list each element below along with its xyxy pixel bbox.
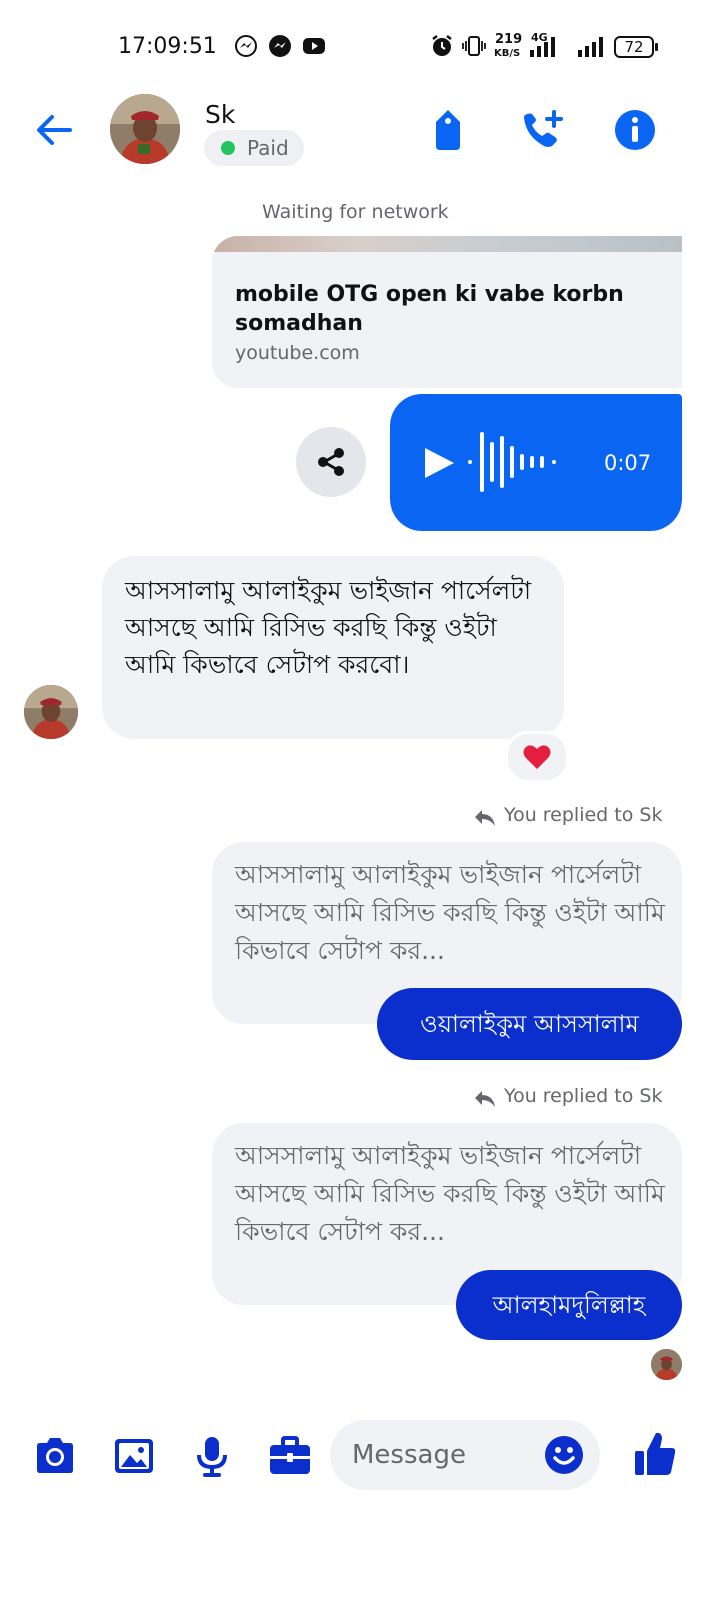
seen-receipt-avatar (651, 1349, 682, 1380)
signal-strength-icon (578, 37, 603, 57)
vibrate-icon (462, 36, 486, 56)
reply-label: You replied to Sk (504, 804, 663, 826)
sent-reply-message[interactable]: আলহামদুলিল্লাহ (456, 1270, 682, 1340)
link-preview-card[interactable]: mobile OTG open ki vabe korbn somadhan y… (212, 236, 682, 388)
heart-icon (523, 745, 551, 769)
share-icon (318, 448, 344, 476)
camera-icon[interactable] (33, 1434, 77, 1478)
link-domain: youtube.com (235, 342, 360, 364)
info-icon[interactable] (614, 109, 656, 151)
contact-avatar[interactable] (110, 94, 180, 164)
signal-strength-icon (530, 37, 555, 57)
status-dot (221, 141, 235, 155)
emoji-icon[interactable] (544, 1435, 584, 1475)
back-arrow-icon[interactable] (34, 110, 74, 150)
paid-label: Paid (247, 136, 289, 160)
heart-reaction[interactable] (505, 731, 569, 783)
add-call-icon[interactable] (520, 108, 566, 152)
net-speed-unit: KB/S (494, 48, 521, 59)
link-thumbnail (212, 236, 682, 252)
reply-label: You replied to Sk (504, 1085, 663, 1107)
link-title: mobile OTG open ki vabe korbn somadhan (235, 282, 624, 336)
battery-icon: 72 (614, 36, 654, 58)
thumbs-up-icon[interactable] (632, 1430, 678, 1478)
sent-reply-message[interactable]: ওয়ালাইকুম আসসালাম (377, 988, 682, 1060)
voice-duration: 0:07 (604, 451, 652, 475)
messenger-notification-icon (235, 35, 257, 57)
sender-avatar[interactable] (24, 685, 78, 739)
microphone-icon[interactable] (190, 1434, 234, 1478)
voice-message[interactable]: 0:07 (390, 394, 682, 531)
play-icon[interactable] (422, 446, 456, 480)
tag-icon[interactable] (428, 108, 468, 152)
received-message[interactable]: আসসালামু আলাইকুম ভাইজান পার্সেলটা আসছে আ… (102, 556, 564, 739)
alarm-icon (432, 35, 452, 56)
briefcase-icon[interactable] (268, 1434, 312, 1478)
share-button[interactable] (296, 427, 366, 497)
battery-tip (655, 43, 658, 51)
quoted-message-text: আসসালামু আলাইকুম ভাইজান পার্সেলটা আসছে আ… (235, 1141, 665, 1246)
battery-level: 72 (624, 38, 644, 56)
received-message-text: আসসালামু আলাইকুম ভাইজান পার্সেলটা আসছে আ… (125, 576, 532, 679)
message-input[interactable] (352, 1433, 532, 1477)
message-field[interactable] (330, 1420, 600, 1490)
gallery-icon[interactable] (112, 1434, 156, 1478)
messenger-notification-icon (269, 35, 291, 57)
quoted-message-text: আসসালামু আলাইকুম ভাইজান পার্সেলটা আসছে আ… (235, 860, 665, 965)
network-status: Waiting for network (262, 201, 449, 223)
net-speed-value: 219 (495, 32, 523, 47)
contact-name[interactable]: Sk (205, 100, 235, 129)
paid-badge[interactable]: Paid (204, 130, 304, 166)
waveform-icon (468, 432, 556, 492)
reply-arrow-icon (475, 1091, 495, 1107)
youtube-notification-icon (303, 38, 325, 54)
status-time: 17:09:51 (118, 34, 217, 59)
reply-arrow-icon (475, 810, 495, 826)
